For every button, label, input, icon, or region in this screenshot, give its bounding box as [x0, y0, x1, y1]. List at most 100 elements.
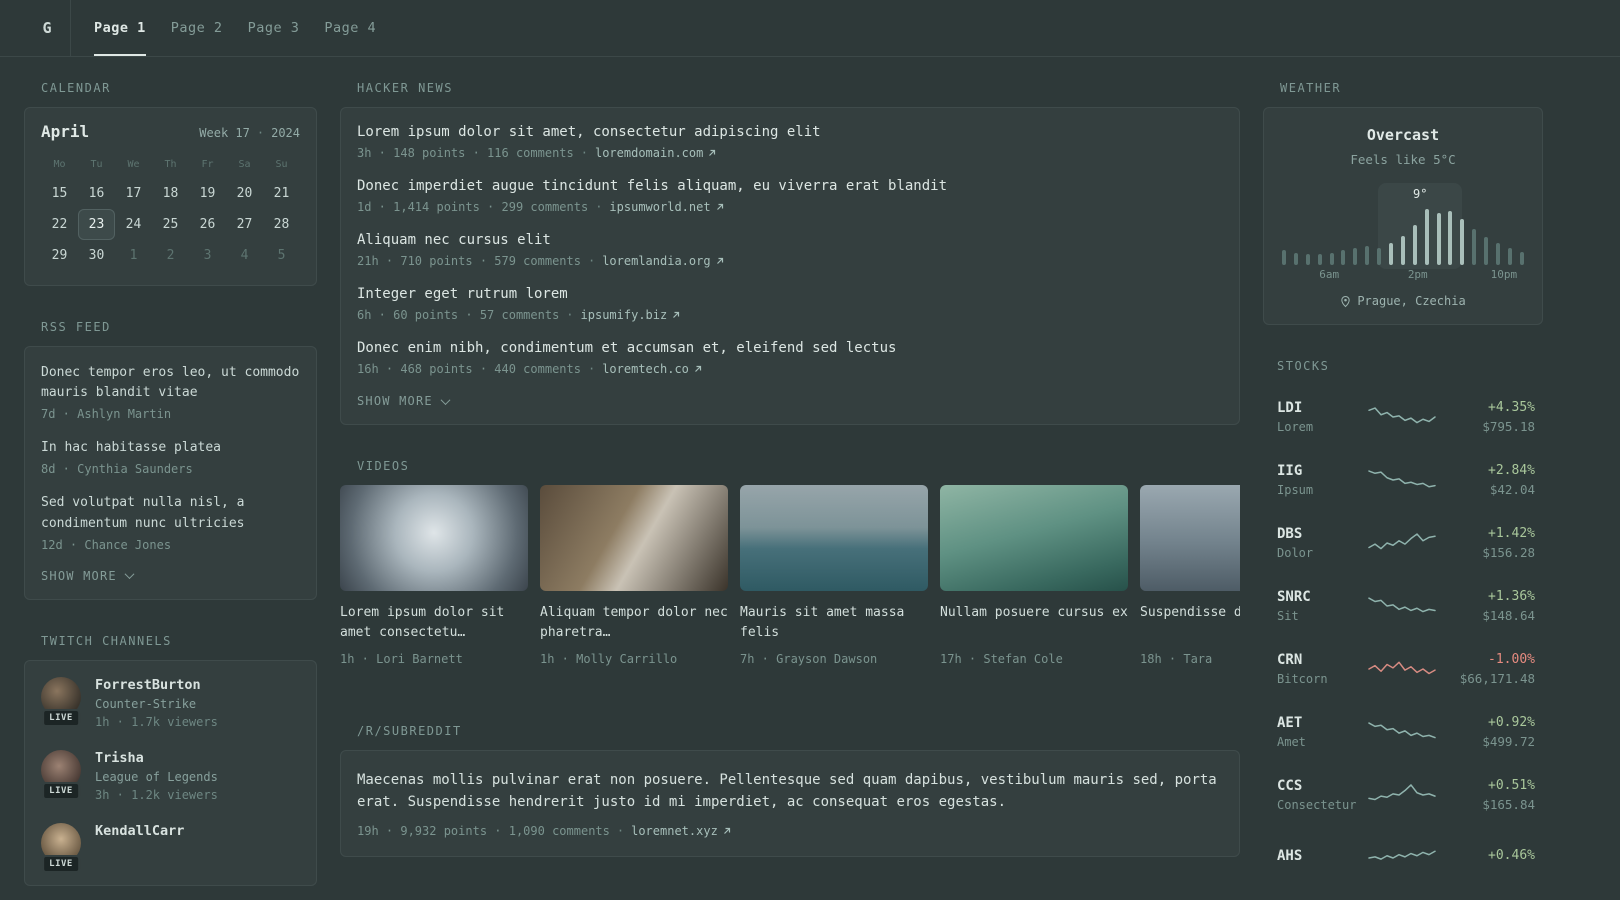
meta-separator: ·: [256, 126, 265, 140]
rss-item-title[interactable]: Sed volutpat nulla nisl, a condimentum n…: [41, 493, 300, 533]
video-title[interactable]: Nullam posuere cursus ex: [940, 603, 1128, 643]
calendar-day[interactable]: 25: [152, 209, 189, 240]
stock-ticker[interactable]: DBS: [1277, 526, 1369, 542]
calendar-day[interactable]: 1: [115, 240, 152, 271]
hn-item-domain-link[interactable]: loremtech.co: [602, 362, 703, 376]
twitch-channel-name[interactable]: ForrestBurton: [95, 677, 218, 693]
hn-item-title[interactable]: Lorem ipsum dolor sit amet, consectetur …: [357, 124, 1223, 140]
stock-values: +4.35% $795.18: [1435, 400, 1535, 434]
video-card[interactable]: Lorem ipsum dolor sit amet consectetu… 1…: [340, 485, 528, 666]
video-card[interactable]: Nullam posuere cursus ex 17h · Stefan Co…: [940, 485, 1128, 666]
rss-item-title[interactable]: Donec tempor eros leo, ut commodo mauris…: [41, 363, 300, 403]
video-card[interactable]: Aliquam tempor dolor nec pharetra… 1h · …: [540, 485, 728, 666]
tab-page-1[interactable]: Page 1: [94, 0, 146, 56]
calendar-day[interactable]: 26: [189, 209, 226, 240]
calendar-day[interactable]: 3: [189, 240, 226, 271]
stock-row[interactable]: SNRC Sit +1.36% $148.64: [1263, 574, 1543, 637]
tab-page-4[interactable]: Page 4: [324, 0, 376, 56]
hn-item[interactable]: Donec imperdiet augue tincidunt felis al…: [357, 178, 1223, 214]
calendar-day[interactable]: 23: [78, 209, 115, 240]
hn-item-title[interactable]: Integer eget rutrum lorem: [357, 286, 1223, 302]
hn-item[interactable]: Donec enim nibh, condimentum et accumsan…: [357, 340, 1223, 376]
stocks-widget: STOCKS LDI Lorem +4.35% $795.18 IIG Ipsu…: [1263, 359, 1543, 889]
stock-row[interactable]: CCS Consectetur +0.51% $165.84: [1263, 763, 1543, 826]
video-thumbnail[interactable]: [740, 485, 928, 591]
calendar-day[interactable]: 15: [41, 178, 78, 209]
rss-show-more-button[interactable]: SHOW MORE: [41, 569, 300, 583]
calendar-day[interactable]: 5: [263, 240, 300, 271]
twitch-channel-row[interactable]: LIVE Trisha League of Legends 3h · 1.2k …: [41, 749, 300, 802]
twitch-channel-name[interactable]: Trisha: [95, 750, 218, 766]
hn-item-meta: 21h · 710 points · 579 comments · loreml…: [357, 254, 1223, 268]
subreddit-post-text[interactable]: Maecenas mollis pulvinar erat non posuer…: [357, 769, 1223, 814]
calendar-day[interactable]: 17: [115, 178, 152, 209]
stock-row[interactable]: IIG Ipsum +2.84% $42.04: [1263, 448, 1543, 511]
video-thumbnail[interactable]: [540, 485, 728, 591]
stock-row[interactable]: AHS +0.46%: [1263, 826, 1543, 889]
twitch-channel-row[interactable]: LIVE KendallCarr: [41, 822, 300, 873]
hn-item-domain-link[interactable]: ipsumworld.net: [609, 200, 724, 214]
hn-item-domain-link[interactable]: loremdomain.com: [595, 146, 717, 160]
stock-row[interactable]: CRN Bitcorn -1.00% $66,171.48: [1263, 637, 1543, 700]
stock-ticker[interactable]: CCS: [1277, 778, 1369, 794]
calendar-day[interactable]: 27: [226, 209, 263, 240]
video-thumbnail[interactable]: [1140, 485, 1240, 591]
calendar-day[interactable]: 20: [226, 178, 263, 209]
hn-item-title[interactable]: Aliquam nec cursus elit: [357, 232, 1223, 248]
stock-ticker[interactable]: AHS: [1277, 848, 1369, 864]
rss-item[interactable]: Sed volutpat nulla nisl, a condimentum n…: [41, 493, 300, 551]
hn-item-title[interactable]: Donec enim nibh, condimentum et accumsan…: [357, 340, 1223, 356]
calendar-day[interactable]: 21: [263, 178, 300, 209]
hn-item-domain-link[interactable]: loremlandia.org: [602, 254, 724, 268]
hn-item[interactable]: Integer eget rutrum lorem 6h · 60 points…: [357, 286, 1223, 322]
tab-page-3[interactable]: Page 3: [248, 0, 300, 56]
stock-ticker[interactable]: AET: [1277, 715, 1369, 731]
calendar-day[interactable]: 16: [78, 178, 115, 209]
calendar-day[interactable]: 18: [152, 178, 189, 209]
weather-card: Overcast Feels like 5°C 9° 6am 2pm 10pm: [1263, 107, 1543, 325]
video-title[interactable]: Lorem ipsum dolor sit amet consectetu…: [340, 603, 528, 643]
hn-item[interactable]: Aliquam nec cursus elit 21h · 710 points…: [357, 232, 1223, 268]
calendar-day[interactable]: 4: [226, 240, 263, 271]
video-title[interactable]: Suspendisse diam: [1140, 603, 1240, 643]
hn-show-more-button[interactable]: SHOW MORE: [357, 394, 1223, 408]
twitch-channel-name[interactable]: KendallCarr: [95, 823, 184, 839]
video-thumbnail[interactable]: [340, 485, 528, 591]
calendar-day[interactable]: 28: [263, 209, 300, 240]
stock-row[interactable]: DBS Dolor +1.42% $156.28: [1263, 511, 1543, 574]
weather-condition: Overcast: [1366, 126, 1440, 144]
hn-item-domain-link[interactable]: ipsumify.biz: [581, 308, 682, 322]
stock-row[interactable]: LDI Lorem +4.35% $795.18: [1263, 385, 1543, 448]
hn-item[interactable]: Lorem ipsum dolor sit amet, consectetur …: [357, 124, 1223, 160]
stock-ticker[interactable]: SNRC: [1277, 589, 1369, 605]
twitch-channel-game[interactable]: Counter-Strike: [95, 697, 218, 711]
calendar-day[interactable]: 30: [78, 240, 115, 271]
stock-ticker[interactable]: CRN: [1277, 652, 1369, 668]
meta-separator: ·: [566, 308, 574, 322]
rss-item-title[interactable]: In hac habitasse platea: [41, 438, 300, 458]
calendar-day[interactable]: 2: [152, 240, 189, 271]
calendar-day[interactable]: 29: [41, 240, 78, 271]
stock-ticker[interactable]: IIG: [1277, 463, 1369, 479]
rss-item[interactable]: In hac habitasse platea 8d · Cynthia Sau…: [41, 438, 300, 476]
stock-ticker[interactable]: LDI: [1277, 400, 1369, 416]
subreddit-post-domain-link[interactable]: loremnet.xyz: [631, 824, 732, 838]
calendar-day[interactable]: 24: [115, 209, 152, 240]
twitch-channel-row[interactable]: LIVE ForrestBurton Counter-Strike 1h · 1…: [41, 676, 300, 729]
stock-values: +0.51% $165.84: [1435, 778, 1535, 812]
app-logo[interactable]: G: [24, 0, 71, 56]
tab-page-2[interactable]: Page 2: [171, 0, 223, 56]
hn-item-title[interactable]: Donec imperdiet augue tincidunt felis al…: [357, 178, 1223, 194]
calendar-day[interactable]: 19: [189, 178, 226, 209]
video-card[interactable]: Suspendisse diam 18h · Tara: [1140, 485, 1240, 666]
video-card[interactable]: Mauris sit amet massa felis 7h · Grayson…: [740, 485, 928, 666]
video-title[interactable]: Mauris sit amet massa felis: [740, 603, 928, 643]
stock-row[interactable]: AET Amet +0.92% $499.72: [1263, 700, 1543, 763]
video-thumbnail[interactable]: [940, 485, 1128, 591]
calendar-day[interactable]: 22: [41, 209, 78, 240]
rss-item[interactable]: Donec tempor eros leo, ut commodo mauris…: [41, 363, 300, 421]
stock-id: LDI Lorem: [1277, 400, 1369, 434]
hn-item-domain: ipsumworld.net: [609, 200, 711, 214]
twitch-channel-game[interactable]: League of Legends: [95, 770, 218, 784]
video-title[interactable]: Aliquam tempor dolor nec pharetra…: [540, 603, 728, 643]
